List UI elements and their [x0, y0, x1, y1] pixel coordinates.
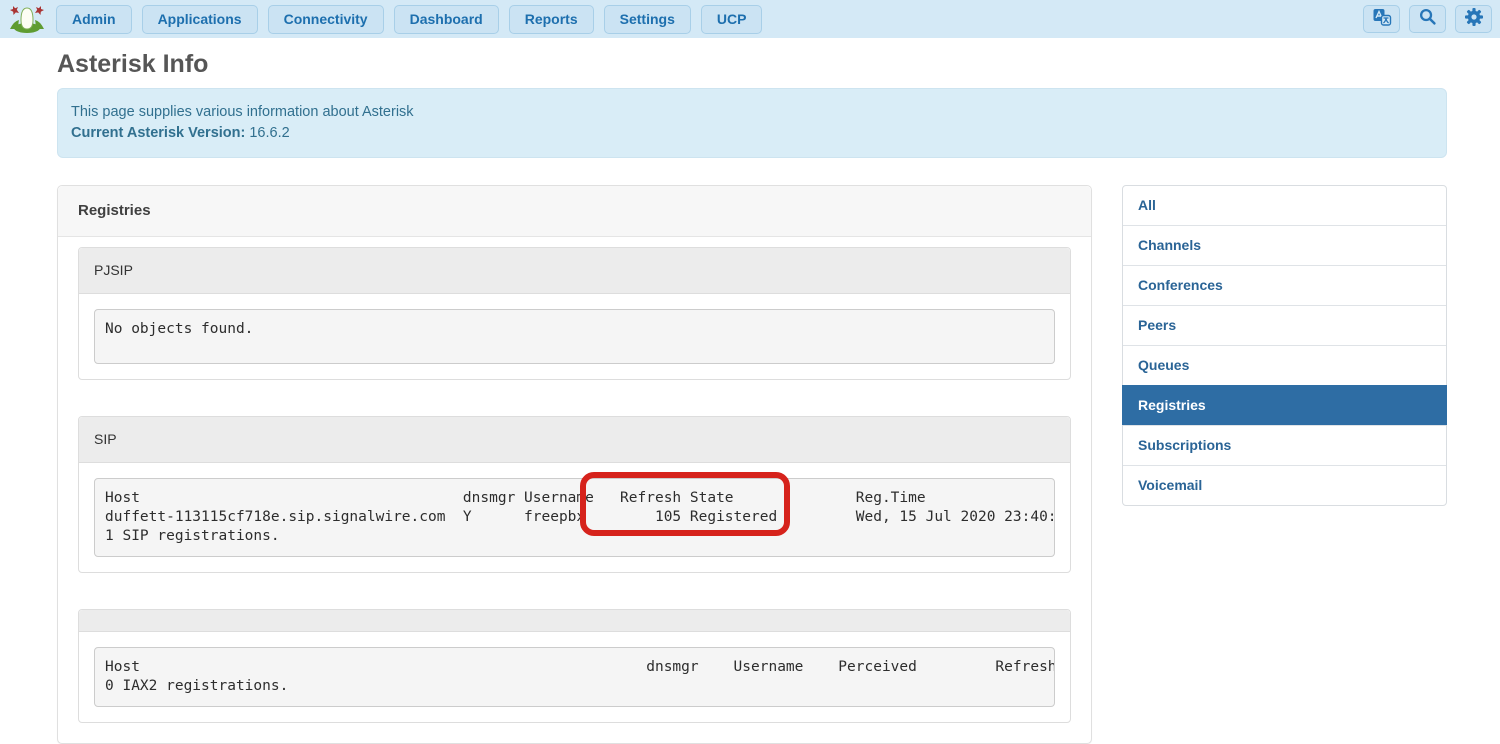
tab-connectivity[interactable]: Connectivity — [268, 5, 384, 34]
registries-panel: Registries PJSIP No objects found. SIP H… — [57, 185, 1092, 744]
iax2-section: Host dnsmgr Username Perceived Refresh S… — [78, 609, 1071, 723]
search-button[interactable] — [1409, 5, 1446, 33]
info-alert-version-line: Current Asterisk Version: 16.6.2 — [71, 123, 1433, 144]
version-value: 16.6.2 — [245, 125, 289, 141]
tab-reports[interactable]: Reports — [509, 5, 594, 34]
tab-dashboard[interactable]: Dashboard — [394, 5, 499, 34]
sip-section-title: SIP — [79, 417, 1070, 463]
page-title: Asterisk Info — [57, 50, 1447, 78]
gear-icon — [1464, 7, 1484, 32]
tab-ucp[interactable]: UCP — [701, 5, 763, 34]
registries-panel-title: Registries — [58, 186, 1091, 237]
sidebar-item-voicemail[interactable]: Voicemail — [1123, 465, 1446, 505]
iax2-section-title — [79, 610, 1070, 632]
registries-panel-body: PJSIP No objects found. SIP Host dnsmgr … — [58, 237, 1091, 743]
tab-applications[interactable]: Applications — [142, 5, 258, 34]
top-navbar: Admin Applications Connectivity Dashboar… — [0, 0, 1500, 38]
page-content: Asterisk Info This page supplies various… — [0, 50, 1500, 744]
language-icon — [1372, 7, 1392, 32]
asterisk-info-nav: All Channels Conferences Peers Queues Re… — [1122, 185, 1447, 506]
sidebar-item-all[interactable]: All — [1123, 186, 1446, 225]
sidebar-item-conferences[interactable]: Conferences — [1123, 265, 1446, 305]
sip-console-output: Host dnsmgr Username Refresh State Reg.T… — [94, 478, 1055, 557]
tab-settings[interactable]: Settings — [604, 5, 691, 34]
pjsip-section: PJSIP No objects found. — [78, 247, 1071, 380]
sidebar-item-registries[interactable]: Registries — [1122, 385, 1447, 425]
info-alert: This page supplies various information a… — [57, 88, 1447, 158]
settings-button[interactable] — [1455, 5, 1492, 33]
info-alert-line1: This page supplies various information a… — [71, 102, 1433, 123]
navbar-actions — [1363, 5, 1492, 33]
sidebar-item-peers[interactable]: Peers — [1123, 305, 1446, 345]
sidebar-item-subscriptions[interactable]: Subscriptions — [1123, 425, 1446, 465]
iax2-console-output: Host dnsmgr Username Perceived Refresh S… — [94, 647, 1055, 707]
sidebar-item-channels[interactable]: Channels — [1123, 225, 1446, 265]
sidebar-item-queues[interactable]: Queues — [1123, 345, 1446, 385]
pjsip-section-title: PJSIP — [79, 248, 1070, 294]
tab-admin[interactable]: Admin — [56, 5, 132, 34]
sip-section: SIP Host dnsmgr Username Refresh State R… — [78, 416, 1071, 573]
pjsip-console-output: No objects found. — [94, 309, 1055, 364]
version-label: Current Asterisk Version: — [71, 125, 245, 141]
freepbx-frog-logo[interactable] — [6, 3, 48, 35]
language-button[interactable] — [1363, 5, 1400, 33]
main-menu: Admin Applications Connectivity Dashboar… — [56, 5, 762, 34]
search-icon — [1418, 7, 1437, 31]
